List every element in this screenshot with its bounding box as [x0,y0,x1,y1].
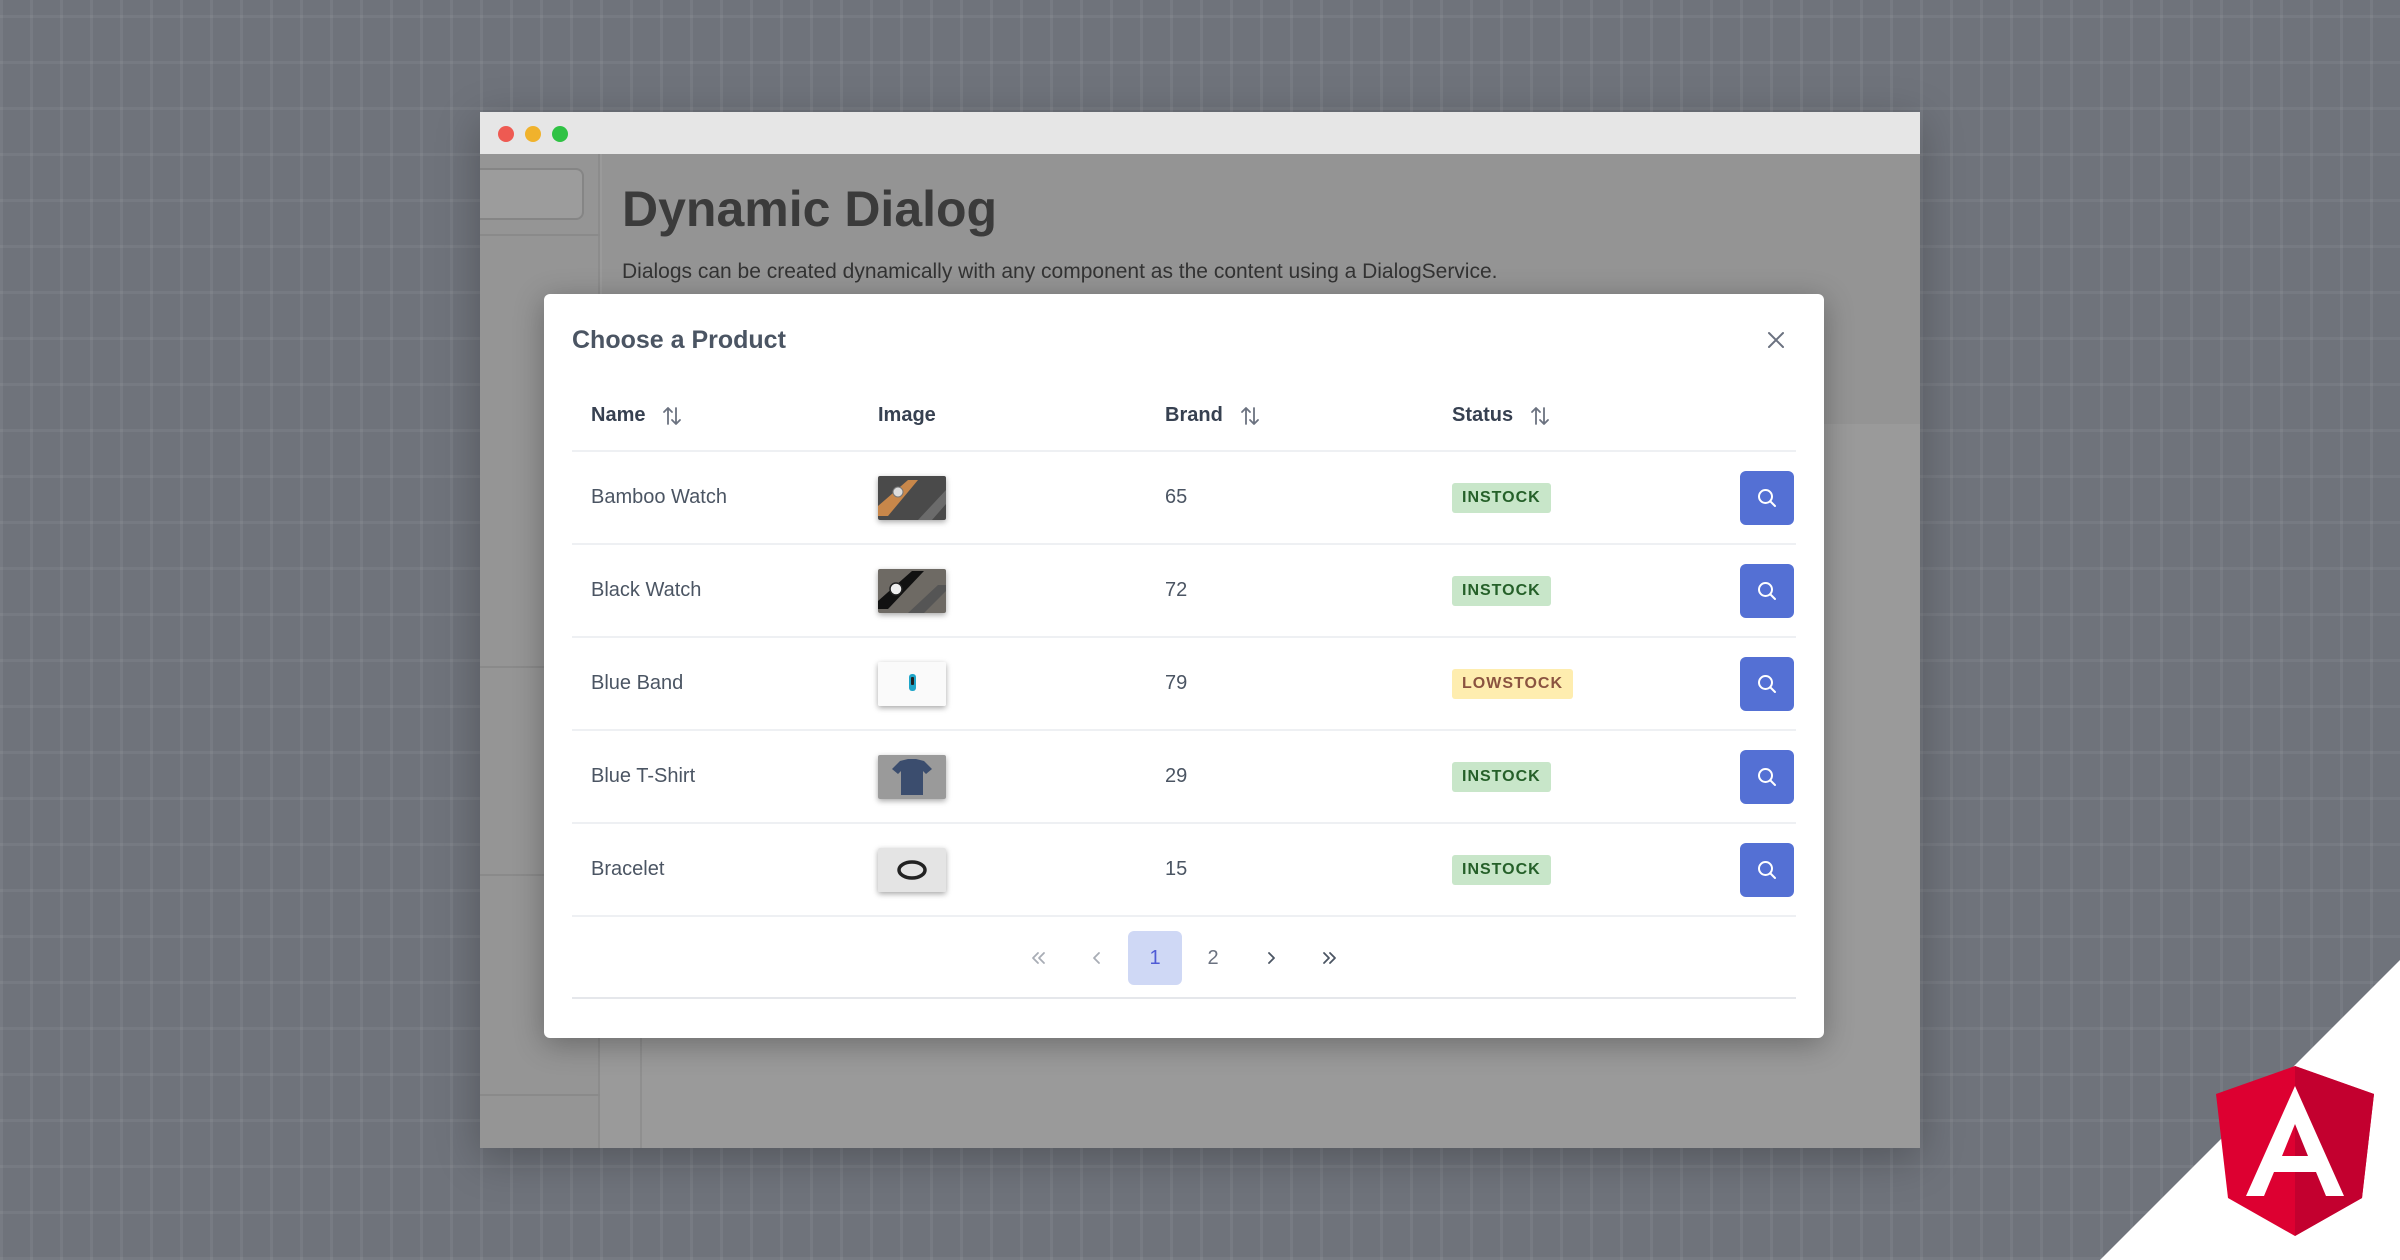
black-watch-image [878,568,946,613]
double-chevron-left-icon [1032,952,1045,964]
product-name: Blue T-Shirt [591,765,696,787]
search-icon [1758,489,1776,507]
table-row: Bamboo Watch 65 INSTOCK [572,452,1796,545]
view-product-button[interactable] [1740,657,1794,711]
first-page-button[interactable] [1012,931,1066,985]
dialog-title: Choose a Product [572,326,786,354]
product-image-cell [878,731,946,822]
table-row: Black Watch 72 INSTOCK [572,545,1796,638]
table-header: Name Image Brand Status [572,382,1796,452]
product-status-cell: INSTOCK [1452,452,1551,543]
sort-icon [1240,406,1259,425]
view-product-button[interactable] [1740,750,1794,804]
window-titlebar [480,112,1920,154]
maximize-window-dot[interactable] [552,126,568,142]
product-name: Bamboo Watch [591,486,727,508]
table-row: Blue T-Shirt 29 INSTOCK [572,731,1796,824]
view-product-button[interactable] [1740,471,1794,525]
product-name: Black Watch [591,579,702,601]
page-button-2[interactable]: 2 [1186,931,1240,985]
status-badge: INSTOCK [1452,854,1551,885]
chevron-left-icon [1093,952,1100,964]
status-badge: INSTOCK [1452,482,1551,513]
product-brand: 79 [1165,672,1188,694]
view-product-button[interactable] [1740,564,1794,618]
sort-icon [663,406,682,425]
chevron-right-icon [1268,952,1275,964]
table-row: Blue Band 79 LOWSTOCK [572,638,1796,731]
sidebar-search-input[interactable] [480,168,584,220]
column-label: Brand [1165,404,1223,426]
page-description: Dialogs can be created dynamically with … [622,260,1498,283]
column-label: Status [1452,404,1514,426]
paginator: 1 2 [572,919,1796,999]
dialog-close-button[interactable] [1756,320,1796,360]
view-product-button[interactable] [1740,843,1794,897]
column-header-brand[interactable]: Brand [1165,404,1261,427]
close-window-dot[interactable] [498,126,514,142]
search-icon [1758,582,1776,600]
product-name: Bracelet [591,858,665,880]
status-badge: INSTOCK [1452,761,1551,792]
column-header-status[interactable]: Status [1452,404,1551,427]
last-page-button[interactable] [1302,931,1356,985]
product-image-cell [878,824,946,915]
next-page-button[interactable] [1244,931,1298,985]
product-dialog: Choose a Product Name Image Brand Status… [544,294,1824,1038]
column-label: Image [878,404,936,426]
column-label: Name [591,404,646,426]
search-icon [1758,861,1776,879]
bracelet-image [878,847,946,892]
angular-logo-corner [2100,960,2400,1260]
product-image-cell [878,638,946,729]
product-status-cell: INSTOCK [1452,731,1551,822]
sidebar-divider [480,1094,600,1096]
product-status-cell: INSTOCK [1452,824,1551,915]
product-image-cell [878,545,946,636]
search-icon [1758,768,1776,786]
product-brand: 72 [1165,579,1188,601]
product-brand: 15 [1165,858,1188,880]
bamboo-watch-image [878,475,946,520]
column-header-name[interactable]: Name [591,404,683,427]
product-brand: 29 [1165,765,1188,787]
page-title: Dynamic Dialog [622,181,998,237]
product-table: Name Image Brand Status Bamboo Watch 65 … [572,382,1796,999]
product-image-cell [878,452,946,543]
search-icon [1758,675,1776,693]
product-brand: 65 [1165,486,1188,508]
product-name: Blue Band [591,672,684,694]
prev-page-button[interactable] [1070,931,1124,985]
column-header-image: Image [878,404,936,427]
status-badge: INSTOCK [1452,575,1551,606]
page-button-1[interactable]: 1 [1128,931,1182,985]
blue-tshirt-image [878,754,946,799]
sidebar-divider [480,234,600,236]
table-row: Bracelet 15 INSTOCK [572,824,1796,917]
status-badge: LOWSTOCK [1452,668,1574,699]
double-chevron-right-icon [1323,952,1336,964]
product-status-cell: INSTOCK [1452,545,1551,636]
blue-band-image [878,661,946,706]
sort-icon [1531,406,1550,425]
product-status-cell: LOWSTOCK [1452,638,1574,729]
minimize-window-dot[interactable] [525,126,541,142]
close-icon [1768,332,1784,348]
